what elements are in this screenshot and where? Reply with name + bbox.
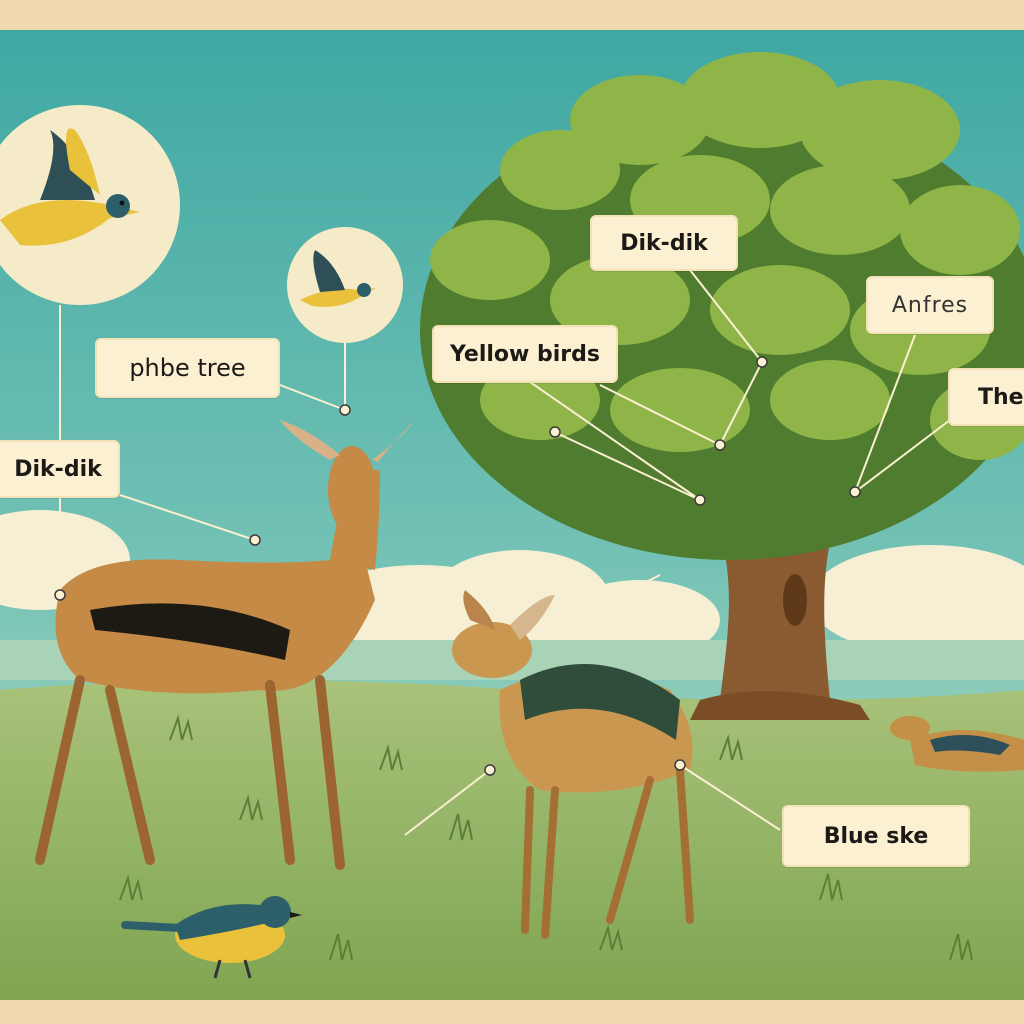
illustration: phbe tree Dik-dik Yellow birds Dik-dik A…	[0, 0, 1024, 1024]
label-dik-dik-left: Dik-dik	[0, 440, 120, 498]
scene-artwork	[0, 0, 1024, 1024]
label-dik-dik-tree: Dik-dik	[590, 215, 738, 271]
label-phbe-tree: phbe tree	[95, 338, 280, 398]
label-blue-ske: Blue ske	[782, 805, 970, 867]
label-anfres: Anfres	[866, 276, 994, 334]
label-the: The	[948, 368, 1024, 426]
label-yellow-birds: Yellow birds	[432, 325, 618, 383]
small-flying-bird-icon	[287, 227, 403, 343]
